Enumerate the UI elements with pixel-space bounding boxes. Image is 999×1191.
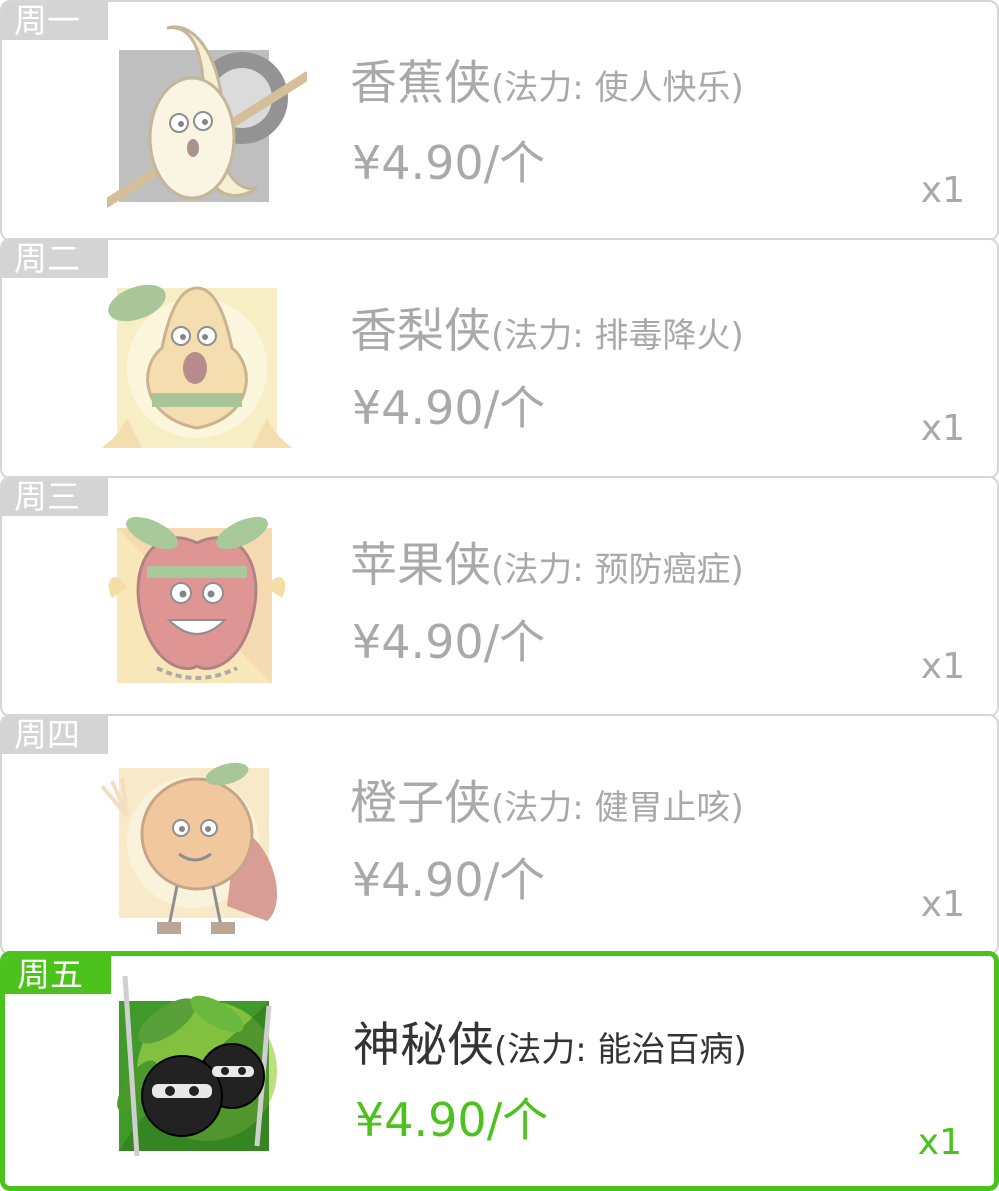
product-quantity: x1 (920, 646, 965, 687)
orange-hero-icon (97, 746, 297, 946)
product-power: (法力: 健胃止咳) (491, 788, 744, 828)
product-name: 橙子侠 (350, 776, 491, 831)
product-power: (法力: 使人快乐) (491, 68, 744, 108)
ninja-hero-icon (97, 966, 297, 1166)
weekly-product-list: 周一 香蕉侠(法力: 使人快乐) ¥4.90/个 x1 周二 香梨侠(法力: 排… (0, 0, 999, 1191)
product-name: 苹果侠 (350, 538, 491, 593)
product-price: ¥4.90/个 (352, 615, 546, 669)
product-power: (法力: 能治百病) (494, 1030, 747, 1070)
product-name: 香蕉侠 (350, 56, 491, 111)
product-power: (法力: 排毒降火) (491, 316, 744, 356)
product-power: (法力: 预防癌症) (491, 550, 744, 590)
product-title: 苹果侠(法力: 预防癌症) (350, 526, 744, 595)
product-card-friday[interactable]: 周五 神秘侠(法力: 能治百病) ¥4.90/个 x1 (0, 951, 999, 1191)
product-price: ¥4.90/个 (352, 136, 546, 190)
product-card-tuesday[interactable]: 周二 香梨侠(法力: 排毒降火) ¥4.90/个 x1 (0, 238, 999, 479)
product-card-wednesday[interactable]: 周三 苹果侠(法力: 预防癌症) ¥4.90/个 x1 (0, 476, 999, 717)
product-title: 香梨侠(法力: 排毒降火) (350, 292, 744, 361)
product-card-monday[interactable]: 周一 香蕉侠(法力: 使人快乐) ¥4.90/个 x1 (0, 0, 999, 241)
day-tab: 周三 (2, 478, 108, 516)
product-quantity: x1 (920, 884, 965, 925)
product-price: ¥4.90/个 (352, 853, 546, 907)
product-title: 香蕉侠(法力: 使人快乐) (350, 44, 744, 113)
product-quantity: x1 (920, 170, 965, 211)
day-tab: 周一 (2, 2, 108, 40)
day-tab: 周五 (5, 956, 111, 994)
product-quantity: x1 (917, 1122, 962, 1163)
product-name: 香梨侠 (350, 304, 491, 359)
product-title: 神秘侠(法力: 能治百病) (353, 1006, 747, 1075)
product-price: ¥4.90/个 (355, 1093, 549, 1147)
product-name: 神秘侠 (353, 1018, 494, 1073)
day-tab: 周四 (2, 716, 108, 754)
day-tab: 周二 (2, 240, 108, 278)
pear-hero-icon (97, 268, 297, 468)
apple-hero-icon (97, 508, 297, 708)
product-price: ¥4.90/个 (352, 381, 546, 435)
product-card-thursday[interactable]: 周四 橙子侠(法力: 健胃止咳) ¥4.90/个 x1 (0, 714, 999, 955)
product-title: 橙子侠(法力: 健胃止咳) (350, 764, 744, 833)
banana-hero-icon (107, 18, 307, 218)
product-quantity: x1 (920, 408, 965, 449)
